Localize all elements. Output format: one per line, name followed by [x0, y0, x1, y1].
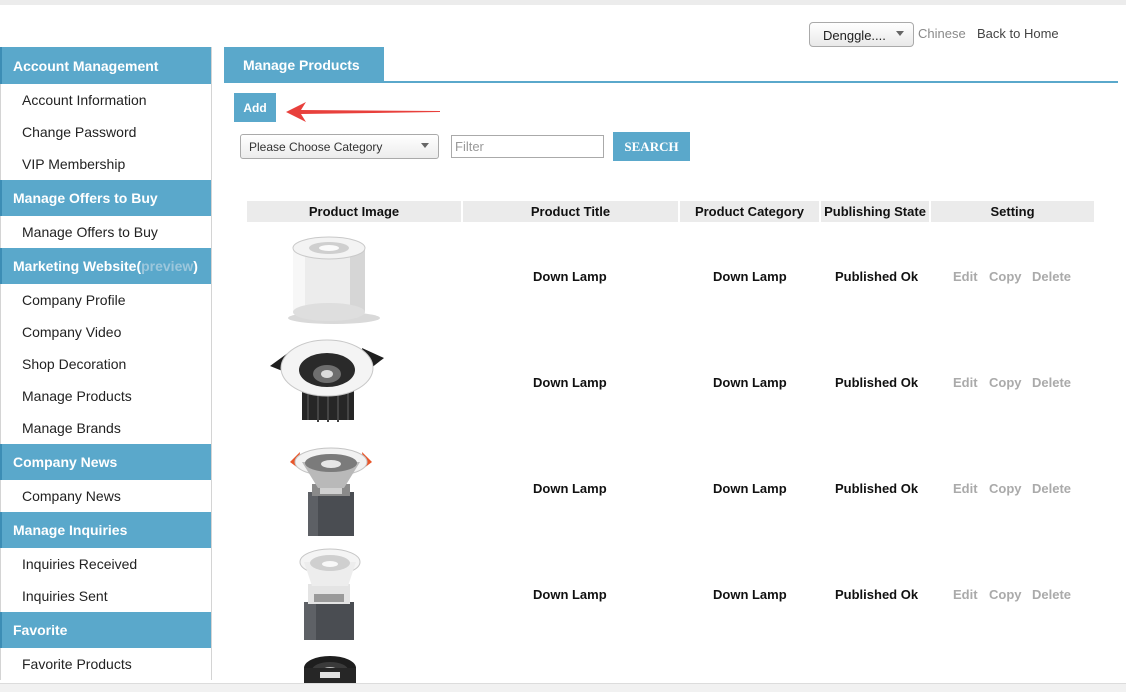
- sidebar-section-favorite[interactable]: Favorite: [0, 612, 211, 648]
- delete-link[interactable]: Delete: [1032, 269, 1071, 284]
- product-image[interactable]: [300, 654, 360, 683]
- edit-link[interactable]: Edit: [953, 375, 978, 390]
- copy-link[interactable]: Copy: [989, 481, 1022, 496]
- product-title: Down Lamp: [533, 269, 607, 284]
- sidebar-item-manage-products[interactable]: Manage Products: [0, 380, 211, 412]
- product-image[interactable]: [288, 546, 376, 644]
- sidebar-section-manage-inquiries[interactable]: Manage Inquiries: [0, 512, 211, 548]
- header-setting: Setting: [931, 201, 1094, 222]
- preview-link[interactable]: preview: [141, 258, 193, 274]
- publishing-state: Published Ok: [835, 269, 919, 284]
- edit-link[interactable]: Edit: [953, 269, 978, 284]
- delete-link[interactable]: Delete: [1032, 375, 1071, 390]
- sidebar-section-company-news[interactable]: Company News: [0, 444, 211, 480]
- sidebar-section-manage-offers[interactable]: Manage Offers to Buy: [0, 180, 211, 216]
- language-select[interactable]: Denggle....: [809, 22, 914, 47]
- product-category: Down Lamp: [713, 269, 787, 284]
- sidebar-item-inquiries-sent[interactable]: Inquiries Sent: [0, 580, 211, 612]
- product-image[interactable]: [286, 444, 378, 540]
- product-category: Down Lamp: [713, 587, 787, 602]
- sidebar-item-company-video[interactable]: Company Video: [0, 316, 211, 348]
- product-image[interactable]: [268, 336, 388, 432]
- copy-link[interactable]: Copy: [989, 587, 1022, 602]
- tab-manage-products[interactable]: Manage Products: [224, 47, 384, 83]
- red-arrow-icon: [286, 102, 440, 122]
- header-publishing-state: Publishing State: [821, 201, 929, 222]
- back-to-home-link[interactable]: Back to Home: [977, 26, 1059, 41]
- sidebar-section-account-management[interactable]: Account Management: [0, 47, 211, 84]
- copy-link[interactable]: Copy: [989, 375, 1022, 390]
- preview-paren-close: ): [193, 258, 198, 274]
- add-button[interactable]: Add: [234, 93, 276, 122]
- sidebar-item-company-news[interactable]: Company News: [0, 480, 211, 512]
- filter-input[interactable]: [451, 135, 604, 158]
- product-title: Down Lamp: [533, 587, 607, 602]
- status-bar: [0, 683, 1126, 692]
- delete-link[interactable]: Delete: [1032, 481, 1071, 496]
- sidebar-item-vip-membership[interactable]: VIP Membership: [0, 148, 211, 180]
- sidebar-item-account-information[interactable]: Account Information: [0, 84, 211, 116]
- sidebar-item-manage-brands[interactable]: Manage Brands: [0, 412, 211, 444]
- publishing-state: Published Ok: [835, 481, 919, 496]
- caret-down-icon: [896, 31, 904, 36]
- sidebar: Account Management Account Information C…: [0, 47, 212, 680]
- publishing-state: Published Ok: [835, 587, 919, 602]
- product-category: Down Lamp: [713, 481, 787, 496]
- category-select-value: Please Choose Category: [249, 140, 383, 154]
- sidebar-item-favorite-products[interactable]: Favorite Products: [0, 648, 211, 680]
- sidebar-item-change-password[interactable]: Change Password: [0, 116, 211, 148]
- search-button[interactable]: SEARCH: [613, 132, 690, 161]
- product-title: Down Lamp: [533, 481, 607, 496]
- sidebar-item-inquiries-received[interactable]: Inquiries Received: [0, 548, 211, 580]
- edit-link[interactable]: Edit: [953, 481, 978, 496]
- header-product-image: Product Image: [247, 201, 461, 222]
- header-product-category: Product Category: [680, 201, 819, 222]
- product-title: Down Lamp: [533, 375, 607, 390]
- header-product-title: Product Title: [463, 201, 678, 222]
- delete-link[interactable]: Delete: [1032, 587, 1071, 602]
- sidebar-item-company-profile[interactable]: Company Profile: [0, 284, 211, 316]
- language-select-value: Denggle....: [823, 28, 886, 43]
- category-select[interactable]: Please Choose Category: [240, 134, 439, 159]
- publishing-state: Published Ok: [835, 375, 919, 390]
- top-border: [0, 0, 1126, 5]
- sidebar-item-shop-decoration[interactable]: Shop Decoration: [0, 348, 211, 380]
- product-category: Down Lamp: [713, 375, 787, 390]
- caret-down-icon: [421, 143, 429, 148]
- sidebar-section-marketing-title: Marketing Website: [13, 258, 137, 274]
- edit-link[interactable]: Edit: [953, 587, 978, 602]
- sidebar-item-manage-offers-to-buy[interactable]: Manage Offers to Buy: [0, 216, 211, 248]
- copy-link[interactable]: Copy: [989, 269, 1022, 284]
- chinese-link[interactable]: Chinese: [918, 26, 966, 41]
- product-image[interactable]: [282, 230, 382, 326]
- sidebar-section-marketing-website[interactable]: Marketing Website(preview): [0, 248, 211, 284]
